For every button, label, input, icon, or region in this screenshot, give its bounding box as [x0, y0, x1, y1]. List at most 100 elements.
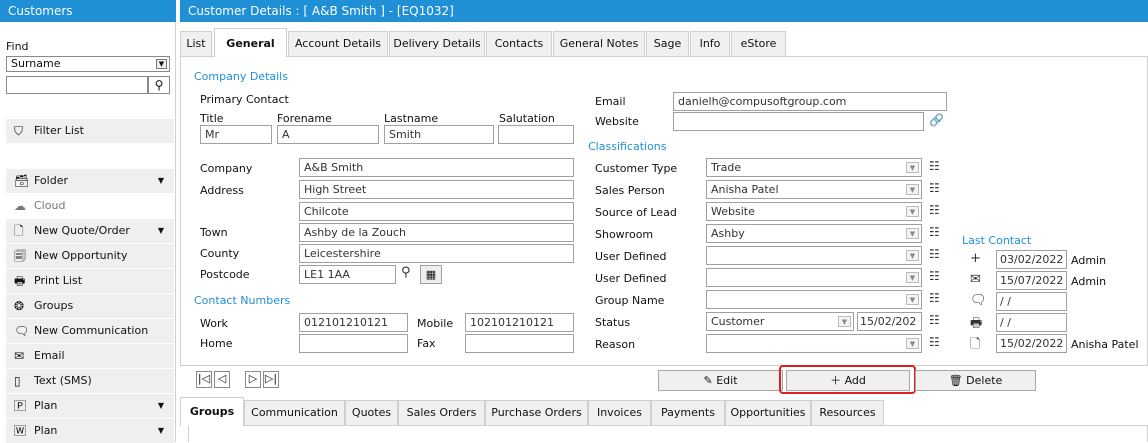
bottom-tab-quotes[interactable]: Quotes	[345, 400, 398, 425]
sales-person-select[interactable]: Anisha Patel ▼	[706, 180, 922, 199]
search-icon[interactable]: ⚲	[148, 76, 170, 94]
last-contact-date-field[interactable]: 15/02/2022	[996, 334, 1067, 353]
chevron-down-icon[interactable]: ▼	[906, 272, 919, 283]
sidebar-item-folder[interactable]: 🗃 Folder ▼	[6, 169, 174, 193]
fax-field[interactable]	[465, 334, 574, 353]
last-contact-date-field[interactable]: / /	[996, 313, 1067, 332]
tab-contacts[interactable]: Contacts	[486, 31, 552, 56]
status-select[interactable]: Customer ▼	[706, 312, 854, 331]
chevron-down-icon[interactable]: ▼	[906, 228, 919, 239]
last-record-icon[interactable]: ▷|	[263, 371, 279, 388]
postcode-search-icon[interactable]: ⚲	[401, 265, 411, 280]
tab-list[interactable]: List	[180, 31, 212, 56]
email-field[interactable]: danielh@compusoftgroup.com	[673, 92, 947, 111]
user-defined-2-select[interactable]: ▼	[706, 268, 922, 287]
customer-type-select[interactable]: Trade ▼	[706, 158, 922, 177]
chevron-down-icon[interactable]: ▼	[158, 394, 164, 418]
find-field-select[interactable]: Surname ▼	[6, 56, 170, 72]
sidebar-item-new-quote-order[interactable]: 🗋 New Quote/Order ▼	[6, 219, 174, 243]
sidebar-item-plan[interactable]: 🅆 Plan ▼	[6, 419, 174, 443]
sidebar-item-cloud[interactable]: ☁ Cloud	[6, 194, 174, 218]
town-field[interactable]: Ashby de la Zouch	[299, 223, 574, 242]
sidebar-item-groups[interactable]: ❂ Groups	[6, 294, 174, 318]
source-of-lead-select[interactable]: Website ▼	[706, 202, 922, 221]
bottom-tab-opportunities[interactable]: Opportunities	[725, 400, 811, 425]
user-defined-picker-icon[interactable]: ☷	[929, 247, 940, 261]
status-picker-icon[interactable]: ☷	[929, 313, 940, 327]
company-field[interactable]: A&B Smith	[299, 158, 574, 177]
status-date-field[interactable]: 15/02/202	[857, 312, 922, 331]
tab-account-details[interactable]: Account Details	[288, 31, 388, 56]
sidebar-item-print-list[interactable]: 🖶 Print List	[6, 269, 174, 293]
chevron-down-icon[interactable]: ▼	[838, 316, 851, 327]
last-contact-date-field[interactable]: 15/07/2022	[996, 271, 1067, 290]
bottom-tab-resources[interactable]: Resources	[811, 400, 884, 425]
first-record-icon[interactable]: |◁	[196, 371, 212, 388]
sidebar-item-text-sms[interactable]: ▯ Text (SMS)	[6, 369, 174, 393]
address-line2-field[interactable]: Chilcote	[299, 202, 574, 221]
filter-list-button[interactable]: ⛉ Filter List	[6, 119, 174, 143]
website-field[interactable]	[673, 112, 924, 131]
showroom-select[interactable]: Ashby ▼	[706, 224, 922, 243]
salutation-field[interactable]	[498, 125, 574, 144]
reason-select[interactable]: ▼	[706, 334, 922, 353]
reason-picker-icon[interactable]: ☷	[929, 335, 940, 349]
group-name-select[interactable]: ▼	[706, 290, 922, 309]
bottom-tab-communication[interactable]: Communication	[244, 400, 345, 425]
chevron-down-icon[interactable]: ▼	[906, 184, 919, 195]
chevron-down-icon[interactable]: ▼	[906, 338, 919, 349]
next-record-icon[interactable]: ▷	[245, 371, 261, 388]
tab-sage[interactable]: Sage	[646, 31, 689, 56]
delete-button[interactable]: 🗑 Delete	[915, 370, 1036, 391]
last-contact-date-field[interactable]: 03/02/2022	[996, 250, 1067, 269]
source-of-lead-picker-icon[interactable]: ☷	[929, 203, 940, 217]
find-input[interactable]	[6, 76, 148, 94]
group-name-picker-icon[interactable]: ☷	[929, 291, 940, 305]
user-defined-2-picker-icon[interactable]: ☷	[929, 269, 940, 283]
chevron-down-icon[interactable]: ▼	[906, 206, 919, 217]
tab-general-notes[interactable]: General Notes	[553, 31, 645, 56]
sidebar-item-email[interactable]: ✉ Email	[6, 344, 174, 368]
group-name-label: Group Name	[595, 294, 665, 307]
sidebar-item-plan[interactable]: 🄿 Plan ▼	[6, 394, 174, 418]
user-defined-select[interactable]: ▼	[706, 246, 922, 265]
work-phone-field[interactable]: 012101210121	[299, 313, 408, 332]
opportunity-icon: 🗐	[14, 249, 26, 263]
sidebar-item-new-communication[interactable]: 🗨 New Communication	[6, 319, 174, 343]
home-phone-field[interactable]	[299, 334, 408, 353]
chevron-down-icon[interactable]: ▼	[158, 169, 164, 193]
chevron-down-icon[interactable]: ▼	[906, 250, 919, 261]
bottom-tab-sales-orders[interactable]: Sales Orders	[398, 400, 485, 425]
postcode-field[interactable]: LE1 1AA	[299, 265, 396, 284]
chevron-down-icon[interactable]: ▼	[158, 219, 164, 243]
edit-button[interactable]: ✎ Edit	[658, 370, 783, 391]
lastname-field[interactable]: Smith	[384, 125, 494, 144]
previous-record-icon[interactable]: ◁	[214, 371, 230, 388]
bottom-tab-invoices[interactable]: Invoices	[588, 400, 651, 425]
tab-delivery-details[interactable]: Delivery Details	[389, 31, 485, 56]
last-contact-date-field[interactable]: / /	[996, 292, 1067, 311]
mobile-phone-field[interactable]: 102101210121	[465, 313, 574, 332]
add-button[interactable]: ＋ Add	[786, 370, 910, 391]
sidebar-item-new-opportunity[interactable]: 🗐 New Opportunity	[6, 244, 174, 268]
showroom-picker-icon[interactable]: ☷	[929, 225, 940, 239]
tab-estore[interactable]: eStore	[731, 31, 786, 56]
chevron-down-icon[interactable]: ▼	[906, 294, 919, 305]
chevron-down-icon[interactable]: ▼	[156, 59, 167, 69]
bottom-tab-groups[interactable]: Groups	[180, 397, 244, 426]
bottom-tab-purchase-orders[interactable]: Purchase Orders	[485, 400, 588, 425]
chevron-down-icon[interactable]: ▼	[158, 419, 164, 443]
sales-person-picker-icon[interactable]: ☷	[929, 181, 940, 195]
tab-info[interactable]: Info	[690, 31, 730, 56]
county-field[interactable]: Leicestershire	[299, 244, 574, 263]
link-icon[interactable]: 🔗	[929, 113, 944, 127]
tab-general[interactable]: General	[214, 28, 287, 57]
primary-contact-label: Primary Contact	[200, 93, 289, 106]
address-lookup-icon[interactable]: ▦	[420, 265, 442, 284]
customer-type-picker-icon[interactable]: ☷	[929, 159, 940, 173]
chevron-down-icon[interactable]: ▼	[906, 162, 919, 173]
forename-field[interactable]: A	[277, 125, 379, 144]
title-field[interactable]: Mr	[200, 125, 272, 144]
bottom-tab-payments[interactable]: Payments	[651, 400, 725, 425]
address-line1-field[interactable]: High Street	[299, 180, 574, 199]
